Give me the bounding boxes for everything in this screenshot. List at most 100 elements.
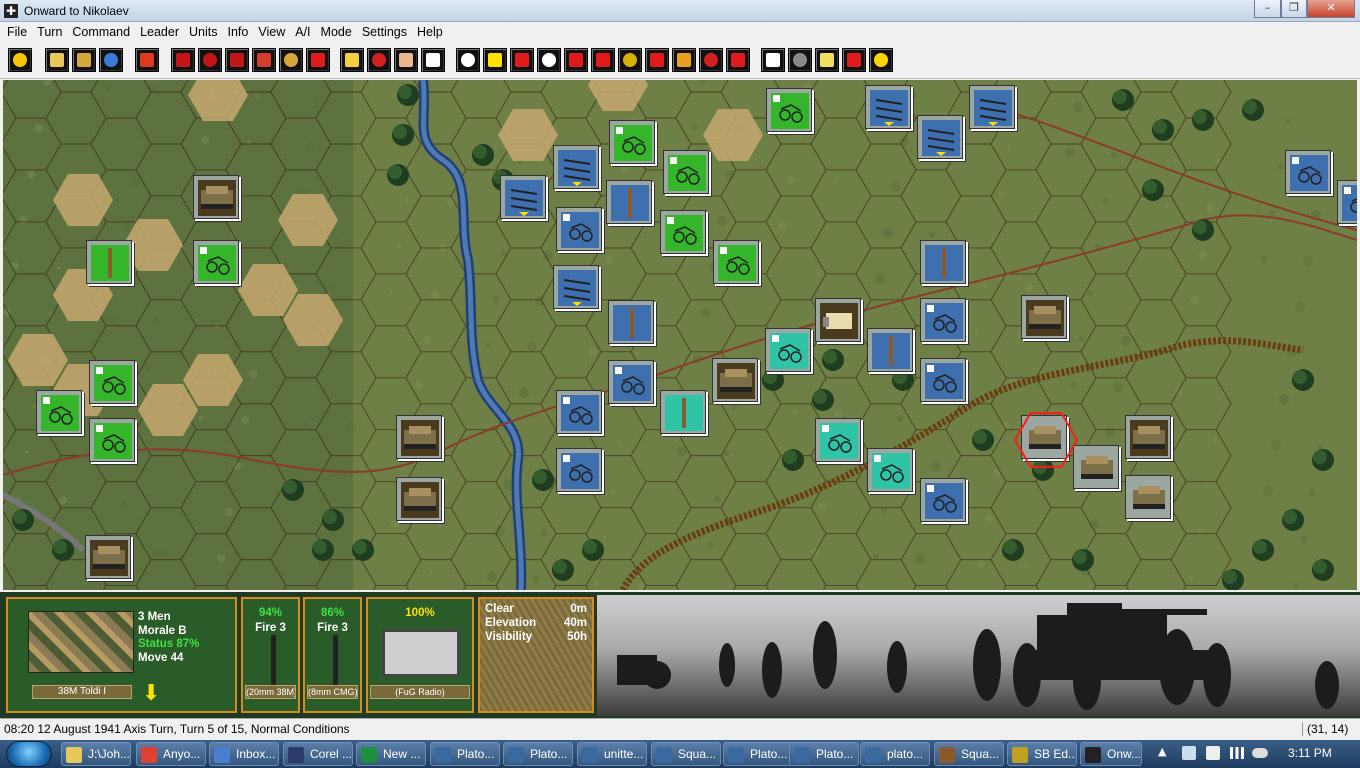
medic-button[interactable] [645, 48, 669, 72]
unit-counter[interactable] [920, 478, 966, 522]
star-button[interactable] [537, 48, 561, 72]
unit-counter[interactable] [193, 175, 239, 219]
zoom-out-button[interactable] [456, 48, 480, 72]
objective-button[interactable] [340, 48, 364, 72]
cloud-icon[interactable] [1252, 748, 1268, 758]
weapon-box[interactable]: 94% Fire 3 (20mm 38M) [241, 597, 300, 713]
unit-counter[interactable] [556, 207, 602, 251]
taskbar-item[interactable]: Anyo... [136, 742, 206, 766]
unit-counter[interactable] [865, 85, 911, 129]
tray-arrow-icon[interactable]: ▲ [1158, 745, 1166, 758]
taskbar-item[interactable]: Plato... [430, 742, 500, 766]
close-button[interactable]: ✕ [1307, 0, 1355, 18]
counter-button[interactable] [510, 48, 534, 72]
menu-leader[interactable]: Leader [140, 22, 179, 39]
unit-counter[interactable] [815, 298, 861, 342]
rally-button[interactable] [252, 48, 276, 72]
target-button[interactable] [8, 48, 32, 72]
taskbar-item[interactable]: Onw... [1080, 742, 1142, 766]
range-button[interactable] [564, 48, 588, 72]
menu-view[interactable]: View [258, 22, 285, 39]
unit-counter[interactable] [553, 145, 599, 189]
los-button[interactable] [591, 48, 615, 72]
unit-counter[interactable] [867, 448, 913, 492]
taskbar-item[interactable]: Plato... [503, 742, 573, 766]
unit-counter[interactable] [969, 85, 1015, 129]
taskbar-item[interactable]: Corel ... [283, 742, 353, 766]
unit-counter[interactable] [36, 390, 82, 434]
taskbar-item[interactable]: Plato... [723, 742, 793, 766]
folder-button[interactable] [72, 48, 96, 72]
phase-button[interactable] [135, 48, 159, 72]
maximize-button[interactable]: ❐ [1281, 0, 1307, 18]
unit-counter[interactable] [815, 418, 861, 462]
red-dot-button[interactable] [726, 48, 750, 72]
weapon-box[interactable]: 86% Fire 3 (8mm CMG) [303, 597, 362, 713]
help-button[interactable] [869, 48, 893, 72]
taskbar-item[interactable]: Squa... [651, 742, 721, 766]
unit-counter[interactable] [556, 390, 602, 434]
reinforce-button[interactable] [367, 48, 391, 72]
unit-counter[interactable] [766, 88, 812, 132]
zoom-in-button[interactable] [421, 48, 445, 72]
menu-file[interactable]: File [7, 22, 27, 39]
menu-mode[interactable]: Mode [321, 22, 352, 39]
network-icon[interactable] [1230, 747, 1244, 759]
menu-units[interactable]: Units [189, 22, 217, 39]
unit-counter[interactable] [867, 328, 913, 372]
menu-info[interactable]: Info [228, 22, 249, 39]
explosion-button[interactable] [815, 48, 839, 72]
swap-button[interactable] [761, 48, 785, 72]
unit-counter[interactable] [608, 300, 654, 344]
minimize-button[interactable]: – [1254, 0, 1281, 18]
unit-counter[interactable] [606, 180, 652, 224]
unit-counter[interactable] [1073, 445, 1119, 489]
save-button[interactable] [99, 48, 123, 72]
unit-counter[interactable] [663, 150, 709, 194]
arty-button[interactable] [672, 48, 696, 72]
menu-help[interactable]: Help [417, 22, 443, 39]
unit-counter[interactable] [712, 358, 758, 402]
taskbar-item[interactable]: plato... [860, 742, 930, 766]
unit-counter[interactable] [713, 240, 759, 284]
leader-button[interactable] [394, 48, 418, 72]
assault-button[interactable] [225, 48, 249, 72]
dropbox-icon[interactable] [1182, 746, 1196, 760]
air-button[interactable] [699, 48, 723, 72]
unit-counter[interactable] [920, 240, 966, 284]
menu-command[interactable]: Command [72, 22, 130, 39]
unit-counter[interactable] [1125, 415, 1171, 459]
weapon-box[interactable]: 100% (FuG Radio) [366, 597, 474, 713]
report-button[interactable] [842, 48, 866, 72]
radar-button[interactable] [788, 48, 812, 72]
unit-counter[interactable] [765, 328, 811, 372]
unit-counter[interactable] [556, 448, 602, 492]
unit-counter[interactable] [1021, 295, 1067, 339]
menu-turn[interactable]: Turn [37, 22, 62, 39]
hex-button[interactable] [483, 48, 507, 72]
unit-counter[interactable] [1285, 150, 1331, 194]
unit-counter[interactable] [553, 265, 599, 309]
unit-counter[interactable] [920, 298, 966, 342]
taskbar-item[interactable]: Squa... [934, 742, 1004, 766]
unit-counter[interactable] [609, 120, 655, 164]
unit-counter[interactable] [1021, 415, 1067, 459]
unit-counter[interactable] [396, 415, 442, 459]
unit-counter[interactable] [89, 360, 135, 404]
unit-counter[interactable] [396, 477, 442, 521]
mode-button[interactable] [618, 48, 642, 72]
move-button[interactable] [171, 48, 195, 72]
unit-counter[interactable] [1125, 475, 1171, 519]
unit-counter[interactable] [608, 360, 654, 404]
tactical-map[interactable] [3, 80, 1357, 590]
taskbar-item[interactable]: Inbox... [209, 742, 279, 766]
unit-counter[interactable] [86, 240, 132, 284]
unit-counter[interactable] [89, 418, 135, 462]
unit-counter[interactable] [85, 535, 131, 579]
taskbar-item[interactable]: unitte... [577, 742, 647, 766]
unit-counter[interactable] [920, 358, 966, 402]
menu-ai[interactable]: A/I [295, 22, 310, 39]
unit-counter[interactable] [1337, 180, 1357, 224]
menu-settings[interactable]: Settings [362, 22, 407, 39]
taskbar-item[interactable]: SB Ed... [1007, 742, 1077, 766]
